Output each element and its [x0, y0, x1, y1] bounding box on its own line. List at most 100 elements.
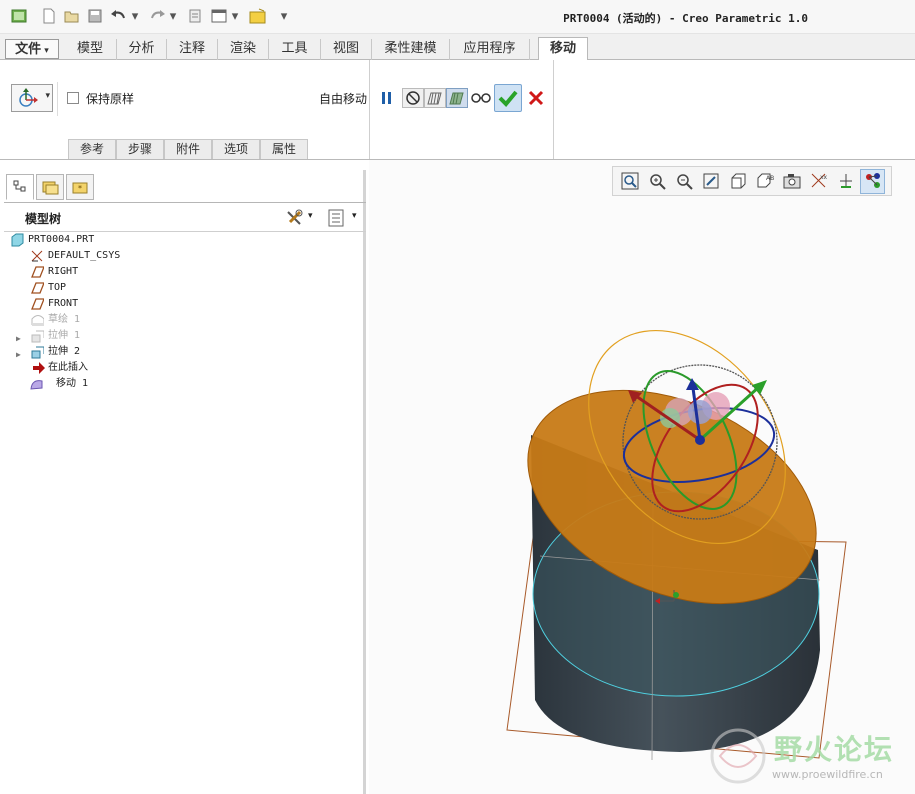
pause-button[interactable]	[379, 89, 395, 107]
spin-center-button[interactable]	[833, 169, 858, 194]
shaded-preview-button[interactable]	[446, 88, 468, 108]
model-tree-header: 模型树 ▾ ▾	[4, 202, 366, 232]
display-style-button[interactable]	[725, 169, 750, 194]
show-options-button[interactable]: ▾	[326, 208, 360, 228]
chevron-down-icon: ▾	[45, 91, 50, 101]
verify-preview-button[interactable]	[470, 88, 492, 108]
model-viewport[interactable]	[369, 160, 915, 794]
datum-display-icon: xx	[811, 173, 828, 188]
move-feature-icon: *	[30, 380, 43, 390]
zoom-out-button[interactable]	[671, 169, 696, 194]
camera-icon	[783, 174, 800, 189]
tab-analysis[interactable]: 分析	[117, 39, 167, 60]
customize-icon[interactable]: ▾	[278, 7, 290, 25]
chevron-down-icon: ▾	[308, 211, 313, 221]
saved-views-button[interactable]: AB	[752, 169, 777, 194]
tree-item-extrude-1[interactable]: ▶ 拉伸 1	[4, 328, 124, 344]
svg-text:xx: xx	[820, 174, 828, 181]
keep-original-label: 保持原样	[86, 92, 135, 106]
favorites-folder-icon: *	[72, 182, 88, 194]
tab-model-tree[interactable]	[6, 174, 34, 200]
tab-annotate[interactable]: 注释	[167, 39, 218, 60]
redo-dropdown-icon[interactable]: ▾	[168, 7, 178, 25]
transform-type-dropdown[interactable]: ▾	[11, 84, 53, 112]
app-logo-icon	[10, 7, 28, 25]
windows-icon[interactable]	[210, 7, 228, 25]
open-icon[interactable]	[63, 7, 81, 25]
tree-item-insert-here[interactable]: 在此插入	[4, 360, 124, 376]
tree-item-top[interactable]: TOP	[4, 280, 124, 296]
subtab-properties[interactable]: 属性	[260, 139, 308, 159]
subtab-attachments[interactable]: 附件	[164, 139, 212, 159]
chevron-down-icon: ▾	[352, 211, 357, 221]
datum-plane-icon	[31, 282, 44, 294]
save-icon[interactable]	[86, 7, 104, 25]
dashboard-left-group: ▾ 保持原样 自由移动 参考 步骤 附件 选项 属性	[4, 60, 370, 159]
tab-flexible-modeling[interactable]: 柔性建模	[372, 39, 450, 60]
sketch-icon	[31, 315, 44, 326]
tree-item-extrude-2[interactable]: ▶ 拉伸 2	[4, 344, 124, 360]
tree-item-part[interactable]: PRT0004.PRT	[4, 232, 124, 248]
tree-settings-button[interactable]: ▾	[284, 208, 316, 228]
zoom-in-button[interactable]	[644, 169, 669, 194]
redo-icon[interactable]	[148, 7, 166, 25]
mesh-preview-button[interactable]	[424, 88, 446, 108]
keep-original-checkbox[interactable]	[67, 92, 79, 104]
windows-dropdown-icon[interactable]: ▾	[230, 7, 240, 25]
dragger-origin	[695, 435, 705, 445]
navigator-panel: * 模型树 ▾ ▾ PRT0004.PRT DEFAULT_CSYS RIGHT…	[4, 170, 366, 794]
tools-icon	[287, 209, 303, 225]
tree-item-move-1[interactable]: * 移动 1	[4, 376, 124, 392]
pause-icon	[382, 92, 391, 104]
tab-file[interactable]: 文件 ▾	[5, 39, 59, 59]
graphics-window[interactable]	[369, 160, 915, 794]
undo-dropdown-icon[interactable]: ▾	[130, 7, 140, 25]
subtab-options[interactable]: 选项	[212, 139, 260, 159]
tree-item-right[interactable]: RIGHT	[4, 264, 124, 280]
tree-item-default-csys[interactable]: DEFAULT_CSYS	[4, 248, 144, 264]
tab-favorites[interactable]: *	[66, 174, 94, 200]
tab-tools[interactable]: 工具	[269, 39, 321, 60]
tab-folder-browser[interactable]	[36, 174, 64, 200]
view-manager-button[interactable]	[779, 169, 804, 194]
subtab-references[interactable]: 参考	[68, 139, 116, 159]
move-dashboard: ▾ 保持原样 自由移动 参考 步骤 附件 选项 属性	[0, 60, 915, 160]
apply-button[interactable]	[494, 84, 522, 112]
refit-icon	[621, 172, 638, 190]
refit-button[interactable]	[617, 169, 642, 194]
checkmark-icon	[498, 90, 518, 107]
tree-item-sketch-1[interactable]: 草绘 1	[4, 312, 124, 328]
cancel-button[interactable]	[526, 88, 546, 108]
no-preview-button[interactable]	[402, 88, 424, 108]
glasses-icon	[471, 93, 491, 103]
tab-render[interactable]: 渲染	[218, 39, 269, 60]
dragger-display-button[interactable]	[860, 168, 885, 194]
window-title: PRT0004 (活动的) - Creo Parametric 1.0	[563, 12, 808, 25]
subtab-steps[interactable]: 步骤	[116, 139, 164, 159]
close-icon	[528, 90, 544, 106]
separator	[57, 82, 58, 116]
close-window-icon[interactable]	[249, 7, 267, 25]
datum-display-button[interactable]: xx	[806, 169, 831, 194]
zoom-in-icon	[649, 174, 666, 190]
repaint-button[interactable]	[698, 169, 723, 194]
expand-arrow-icon[interactable]: ▶	[16, 331, 24, 343]
tab-applications[interactable]: 应用程序	[450, 39, 530, 60]
extrude-icon	[31, 346, 44, 359]
new-icon[interactable]	[40, 7, 58, 25]
tab-view[interactable]: 视图	[321, 39, 372, 60]
tab-move[interactable]: 移动	[538, 37, 588, 61]
undo-icon[interactable]	[110, 7, 128, 25]
no-preview-icon	[406, 91, 420, 105]
datum-plane-icon	[31, 266, 44, 278]
shaded-preview-icon	[449, 92, 464, 105]
forum-watermark: 野火论坛 www.proewildfire.cn	[706, 724, 912, 790]
extrude-icon	[31, 330, 44, 343]
regenerate-icon[interactable]	[186, 7, 204, 25]
zoom-out-icon	[676, 174, 693, 190]
part-icon	[11, 233, 24, 247]
expand-arrow-icon[interactable]: ▶	[16, 347, 24, 359]
dashboard-action-group	[371, 60, 554, 159]
tab-model[interactable]: 模型	[64, 39, 117, 60]
tree-item-front[interactable]: FRONT	[4, 296, 124, 312]
